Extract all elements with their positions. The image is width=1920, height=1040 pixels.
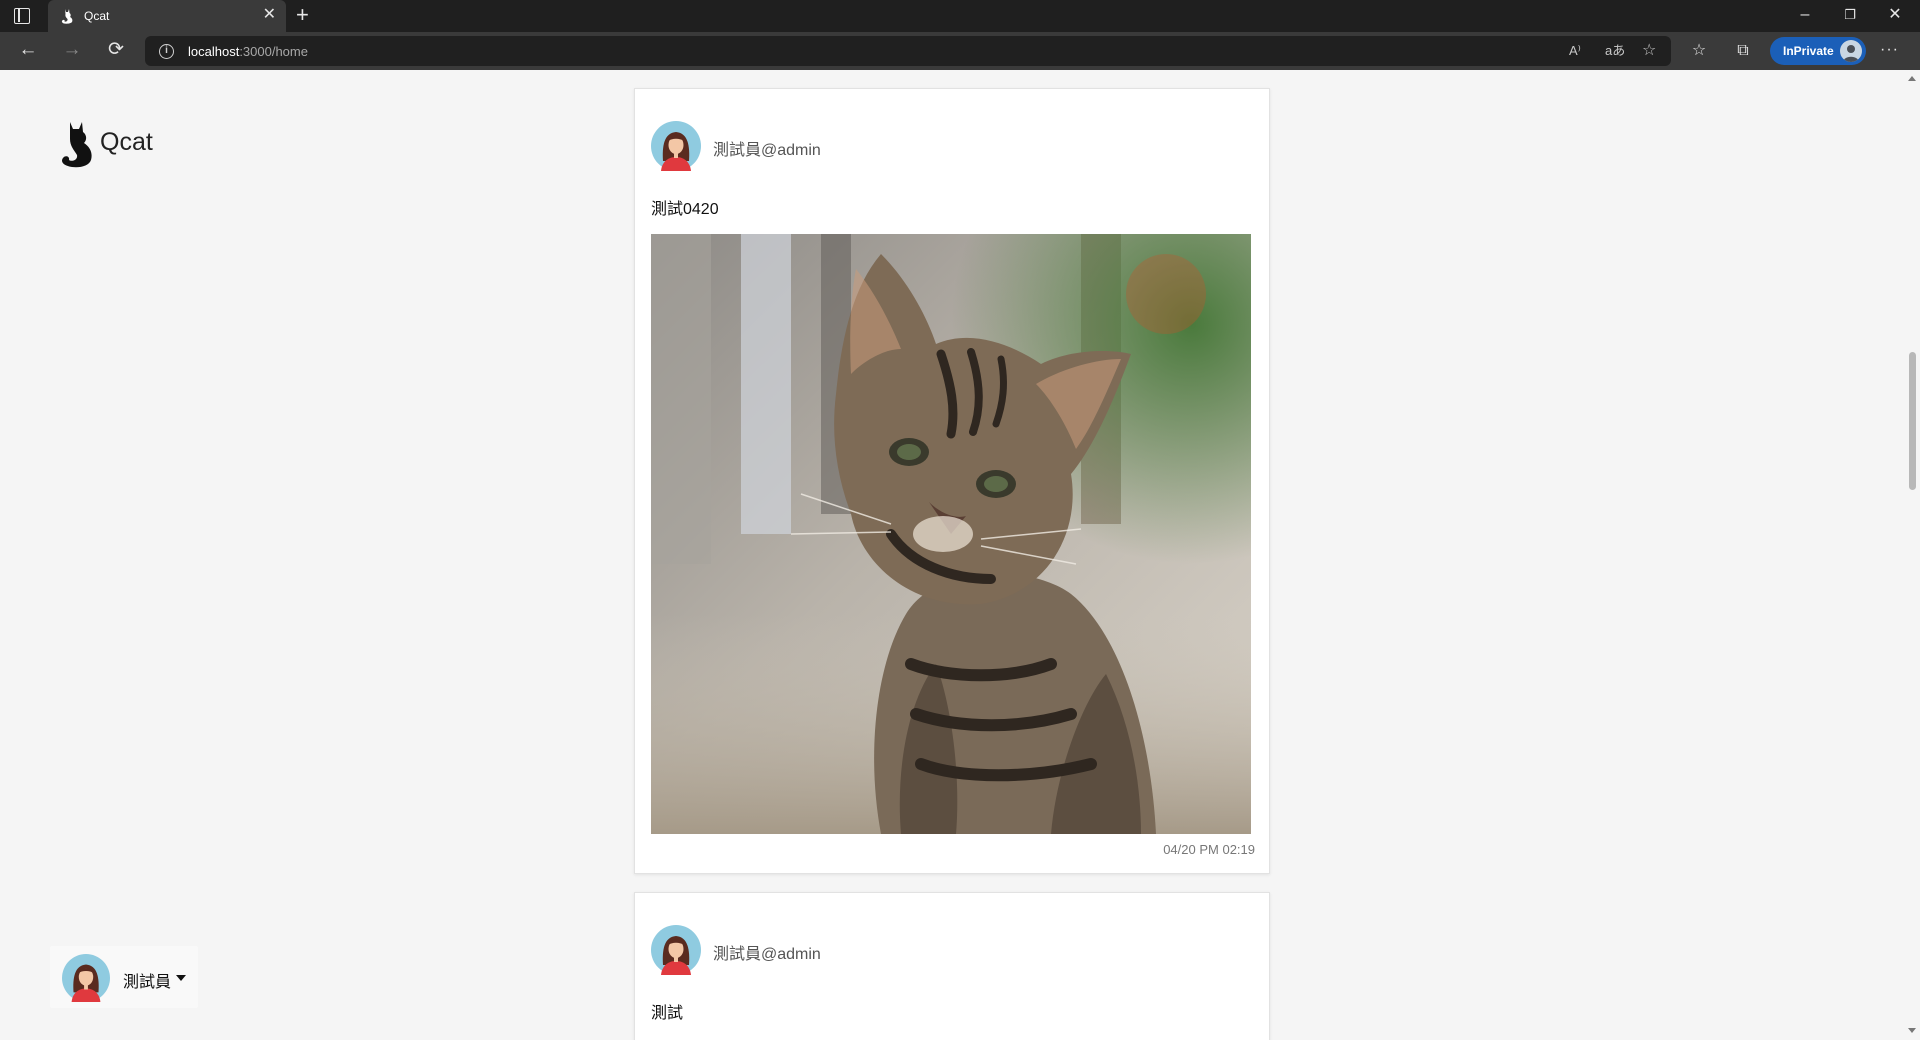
- read-aloud-icon[interactable]: A⁾: [1569, 42, 1581, 60]
- post-author[interactable]: 測試員@admin: [713, 940, 821, 964]
- user-avatar: [62, 954, 110, 1002]
- back-icon[interactable]: ←: [16, 40, 40, 60]
- forward-icon[interactable]: →: [60, 40, 84, 60]
- address-bar[interactable]: i localhost:3000/home A⁾ aあ ☆: [145, 36, 1671, 66]
- scroll-thumb[interactable]: [1909, 352, 1916, 490]
- author-avatar[interactable]: [651, 121, 701, 171]
- tab-actions-icon[interactable]: [14, 8, 30, 24]
- scroll-up-icon[interactable]: [1908, 76, 1916, 81]
- post-card: 測試員@admin 測試0420 04/20 PM 02:19: [634, 88, 1270, 874]
- post-image-kitten[interactable]: [651, 234, 1251, 834]
- collections-icon[interactable]: ⧉: [1732, 41, 1754, 61]
- close-tab-icon[interactable]: ✕: [263, 6, 276, 24]
- post-card: 測試員@admin 測試: [634, 892, 1270, 1040]
- cat-favicon-icon: [61, 9, 73, 24]
- browser-toolbar: ← → ⟳ i localhost:3000/home A⁾ aあ ☆ ☆ ⧉ …: [0, 32, 1920, 70]
- current-user-menu[interactable]: 測試員: [50, 946, 198, 1008]
- inprivate-button[interactable]: InPrivate: [1770, 37, 1866, 65]
- restore-icon[interactable]: ❐: [1835, 5, 1865, 25]
- current-user-name: 測試員: [123, 974, 172, 991]
- page-viewport: Qcat 測試員 測試員@admin 測試0420 04/20 PM 02:19…: [0, 70, 1920, 1040]
- browser-tab[interactable]: Qcat ✕: [48, 0, 286, 32]
- site-info-icon[interactable]: i: [159, 44, 174, 59]
- tab-title: Qcat: [84, 9, 110, 23]
- post-timestamp: 04/20 PM 02:19: [1163, 842, 1255, 857]
- brand-name: Qcat: [100, 128, 153, 156]
- cat-logo-icon: [62, 122, 92, 168]
- minimize-icon[interactable]: –: [1790, 5, 1820, 25]
- close-window-icon[interactable]: ✕: [1880, 5, 1910, 25]
- post-text: 測試: [651, 1005, 684, 1022]
- url-host: localhost: [188, 44, 240, 59]
- page-scrollbar[interactable]: [1904, 70, 1920, 1040]
- url-text[interactable]: localhost:3000/home: [188, 44, 308, 59]
- caret-down-icon: [176, 975, 186, 981]
- add-favorite-icon[interactable]: ☆: [1642, 42, 1656, 60]
- translate-icon[interactable]: aあ: [1605, 42, 1625, 60]
- new-tab-icon[interactable]: +: [296, 3, 309, 27]
- url-path: :3000/home: [239, 44, 308, 59]
- more-icon[interactable]: ···: [1880, 41, 1899, 59]
- profile-avatar-icon: [1840, 40, 1862, 62]
- post-text: 測試0420: [651, 201, 719, 218]
- refresh-icon[interactable]: ⟳: [104, 40, 128, 60]
- author-avatar[interactable]: [651, 925, 701, 975]
- post-author[interactable]: 測試員@admin: [713, 136, 821, 160]
- favorites-icon[interactable]: ☆: [1688, 41, 1710, 61]
- scroll-down-icon[interactable]: [1908, 1028, 1916, 1033]
- inprivate-label: InPrivate: [1783, 44, 1834, 58]
- browser-tab-bar: Qcat ✕ + – ❐ ✕: [0, 0, 1920, 32]
